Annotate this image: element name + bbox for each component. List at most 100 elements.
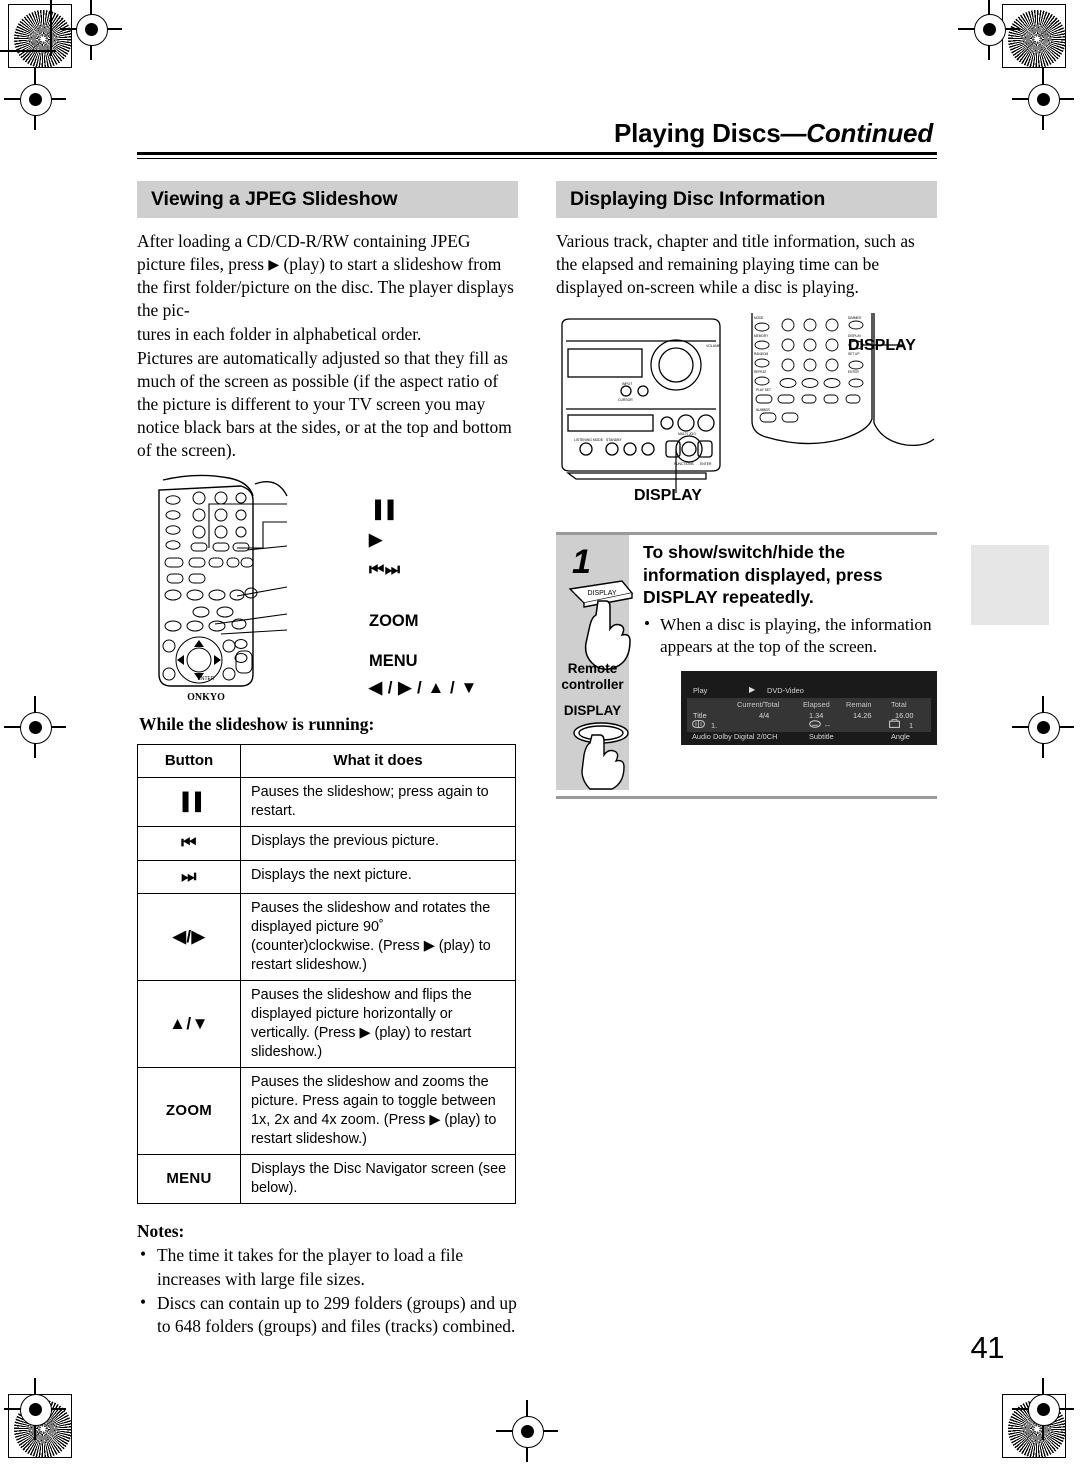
column-header-action: What it does [240,744,516,779]
registration-mark-mid-right [1012,68,1074,130]
note-item: Discs can contain up to 299 folders (gro… [137,1291,518,1338]
callout-arrows: ◀ / ▶ / ▲ / ▼ [369,677,478,697]
svg-text:VOLUME: VOLUME [706,344,721,348]
chapter-thumb-tab [971,545,1049,625]
registration-mark-top-left [60,0,122,60]
display-button-label: DISPLAY [563,703,622,719]
svg-text:MODE: MODE [754,316,764,320]
svg-text:ENTER: ENTER [700,462,712,466]
step-1-text-panel: To show/switch/hide the information disp… [629,535,937,790]
header-rule-thick [137,152,937,155]
row-action-zoom: Pauses the slideshow and zooms the pictu… [240,1067,516,1156]
table-row: ◀/▶ Pauses the slideshow and rotates the… [137,893,516,982]
document-page: Playing Discs—Continued Viewing a JPEG S… [0,0,1080,1468]
callout-pause: ▐▐ [369,499,395,519]
two-column-layout: Viewing a JPEG Slideshow After loading a… [137,181,937,1338]
svg-text:FUNCTIONS: FUNCTIONS [674,462,695,466]
svg-text:ENTER: ENTER [198,676,215,682]
callout-menu: MENU [369,652,418,671]
step-1-bullet: When a disc is playing, the information … [643,613,937,659]
osd-subtitle-label: Subtitle [809,731,834,741]
svg-text:MULTI JOG: MULTI JOG [678,432,696,436]
paragraph-1: After loading a CD/CD-R/RW containing JP… [137,231,514,344]
row-button-next: ⏭ [137,859,241,895]
osd-header-remain: Remain [846,699,872,709]
registration-mark-bottom-center [496,1400,558,1462]
table-row: ⏭ Displays the next picture. [137,859,516,895]
running-header-main: Playing Discs [613,118,781,148]
remote-controller-label-line2: controller [561,677,624,693]
osd-angle-icon [889,718,900,728]
play-glyph: ▶ [268,258,280,274]
left-column: Viewing a JPEG Slideshow After loading a… [137,181,518,1338]
osd-subtitle-icon [809,719,821,728]
table-row: ⏮ Displays the previous picture. [137,826,516,861]
registration-mark-right-middle [1012,696,1074,758]
svg-text:RANDOM: RANDOM [754,352,769,356]
right-column: Displaying Disc Information Various trac… [556,181,937,1338]
svg-text:CURSOR: CURSOR [618,398,633,402]
remote-controller-label: Remote controller [556,661,629,692]
header-rule-thin [137,157,937,159]
step-1-graphic-panel: 1 DISPLAY Remote controller DISPLAY [556,535,634,791]
svg-text:PLAY SET: PLAY SET [756,388,771,392]
registration-mark-mid-left [4,68,66,130]
section-title-disc-information: Displaying Disc Information [556,181,937,218]
row-button-zoom: ZOOM [137,1067,241,1156]
row-button-left-right: ◀/▶ [137,893,241,982]
table-row: ▐▐ Pauses the slideshow; press again to … [137,777,516,828]
callout-skip: ⏮⏭ [369,559,401,579]
osd-audio-icon [692,719,705,728]
registration-mark-bottom-left [4,1378,66,1440]
page-number: 41 [970,1330,1005,1365]
notes-heading: Notes: [137,1221,185,1242]
osd-subtitle-value: -- [825,720,830,730]
osd-disc-type: DVD-Video [767,685,804,695]
crop-corner-top-right [1002,4,1066,68]
osd-play-icon: ▶ [749,684,756,694]
row-action-up-down: Pauses the slideshow and flips the displ… [240,980,516,1069]
osd-angle-label: Angle [891,731,910,741]
osd-screen-mockup: Play ▶ DVD-Video Current/Total Elapsed R… [681,670,937,745]
remote-control-drawing: ENTER ONKYO [158,475,288,703]
svg-text:DISPLAY: DISPLAY [587,590,616,597]
row-button-up-down: ▲/▼ [137,980,241,1069]
registration-mark-left-middle [4,696,66,758]
osd-value-current-total: 4/4 [759,710,770,720]
registration-mark-bottom-right [1012,1378,1074,1440]
device-illustration: VOLUME INPUT CURSOR LISTENING MODE STAND… [556,313,937,518]
osd-audio-label: Audio Dolby Digital 2/0CH [692,731,778,741]
row-button-previous: ⏮ [137,826,241,861]
registration-mark-top-right [958,0,1020,60]
osd-value-elapsed: 1.34 [809,710,824,720]
row-action-left-right: Pauses the slideshow and rotates the dis… [240,893,516,982]
remote-brand-label: ONKYO [187,692,225,702]
svg-text:INPUT: INPUT [622,382,632,386]
osd-status: Play [693,685,708,695]
step-1-box: 1 DISPLAY Remote controller DISPLAY To s… [556,532,937,800]
row-action-previous: Displays the previous picture. [240,826,516,861]
row-action-next: Displays the next picture. [240,859,516,895]
osd-header-elapsed: Elapsed [803,699,830,709]
note-item: The time it takes for the player to load… [137,1243,518,1290]
table-row: ZOOM Pauses the slideshow and zooms the … [137,1067,516,1156]
crop-line-top [0,50,56,52]
remote-control-illustration: ENTER ONKYO ▐▐ ▶ ⏮⏭ ZOOM MENU ◀ / ▶ / ▲ … [137,474,518,703]
svg-text:DIMMER: DIMMER [848,316,862,320]
step-1-inner: 1 DISPLAY Remote controller DISPLAY To s… [556,535,937,791]
callout-play: ▶ [369,529,383,549]
receiver-display-label: DISPLAY [634,487,702,505]
row-button-pause: ▐▐ [137,777,241,828]
osd-value-remain: 14.26 [853,710,872,720]
callout-zoom: ZOOM [369,612,419,631]
osd-header-current-total: Current/Total [737,699,780,709]
paragraph-2: Pictures are automatically adjusted so t… [137,347,512,461]
osd-audio-index: 1. [711,720,718,730]
row-button-menu: MENU [137,1154,241,1205]
row-action-pause: Pauses the slideshow; press again to res… [240,777,516,828]
table-row: MENU Displays the Disc Navigator screen … [137,1154,516,1205]
osd-angle-value: 1 [909,720,914,730]
remote-callout-labels: ▐▐ ▶ ⏮⏭ ZOOM MENU ◀ / ▶ / ▲ / ▼ [369,494,478,702]
table-header-row: Button What it does [137,744,516,779]
disc-info-intro-text: Various track, chapter and title informa… [556,230,937,299]
